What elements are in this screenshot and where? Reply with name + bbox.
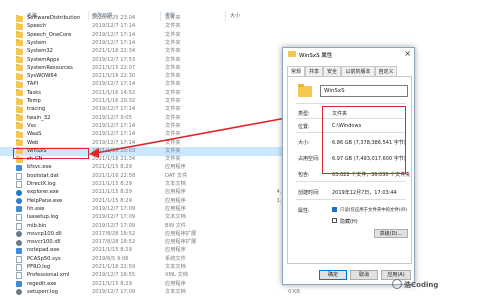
help-icon (16, 198, 22, 205)
folder-icon (16, 80, 23, 88)
folder-icon (16, 72, 23, 80)
file-icon (16, 272, 22, 280)
folder-icon (16, 64, 23, 72)
file-date: 2019/12/7 17:09 (92, 288, 136, 295)
attributes-label: 属性: (298, 208, 310, 214)
file-icon (16, 222, 22, 230)
folder-icon (16, 114, 23, 122)
file-name: setuperr.log (27, 288, 58, 295)
divider (296, 199, 406, 200)
file-icon (16, 255, 22, 263)
folder-icon (16, 139, 23, 146)
folder-icon (16, 31, 23, 39)
dll-file-icon (16, 289, 22, 296)
size-label: 大小: (298, 140, 310, 146)
explorer-app-icon (16, 189, 22, 196)
size-on-disk-label: 占用空间: (298, 156, 320, 162)
close-icon[interactable]: × (404, 49, 411, 58)
folder-icon (16, 122, 23, 130)
folder-icon (288, 51, 296, 57)
tab-previous-versions[interactable]: 以前的版本 (341, 66, 375, 76)
app-icon (16, 281, 22, 288)
folder-name-field[interactable]: WinSxS (320, 85, 408, 97)
app-icon (16, 164, 22, 171)
location-label: 位置: (298, 124, 310, 130)
dialog-title: WinSxS 属性 (299, 53, 333, 59)
tab-security[interactable]: 安全 (323, 66, 341, 76)
dialog-title-bar[interactable]: WinSxS 属性 × (283, 48, 414, 61)
file-icon (16, 181, 22, 188)
cancel-button[interactable]: 取消 (350, 270, 378, 280)
readonly-checkbox[interactable] (332, 207, 337, 212)
winsxs-highlight-box (13, 148, 89, 159)
folder-icon (16, 89, 23, 97)
tab-customize[interactable]: 自定义 (375, 66, 397, 76)
created-value: 2019年12月7日，17:03:44 (332, 190, 397, 196)
tab-sharing[interactable]: 共享 (305, 66, 323, 76)
folder-icon (16, 22, 23, 30)
hidden-checkbox[interactable] (332, 218, 337, 223)
folder-icon (16, 47, 23, 55)
app-icon (16, 247, 22, 254)
readonly-label: 只读(仅应用于文件夹中的文件)(R) (340, 208, 407, 213)
file-type: 文本文档 (165, 288, 186, 295)
ok-button[interactable]: 确定 (319, 270, 347, 280)
created-label: 创建时间: (298, 190, 320, 196)
divider (296, 181, 406, 182)
divider (296, 103, 406, 104)
hidden-label: 隐藏(H) (340, 219, 358, 225)
folder-icon (16, 39, 23, 47)
file-icon (16, 214, 22, 222)
type-label: 类型: (298, 111, 310, 117)
file-icon (16, 172, 22, 180)
folder-icon (16, 56, 23, 63)
wechat-icon (392, 279, 402, 289)
app-icon (16, 206, 22, 213)
folder-icon (16, 130, 23, 138)
properties-highlight-box (322, 106, 406, 174)
folder-icon (16, 14, 23, 22)
advanced-button[interactable]: 高级(D)... (374, 229, 408, 238)
dll-file-icon (16, 239, 22, 246)
contains-label: 包含: (298, 172, 310, 178)
folder-icon (16, 105, 23, 113)
file-size: 0 KB (288, 288, 300, 295)
watermark: 浩Coding (404, 281, 439, 289)
folder-icon (16, 97, 23, 105)
dll-file-icon (16, 231, 22, 238)
list-item[interactable]: setuperr.log 2019/12/7 17:09 文本文档 0 KB (0, 288, 300, 297)
folder-icon (298, 84, 312, 97)
file-icon (16, 264, 22, 271)
